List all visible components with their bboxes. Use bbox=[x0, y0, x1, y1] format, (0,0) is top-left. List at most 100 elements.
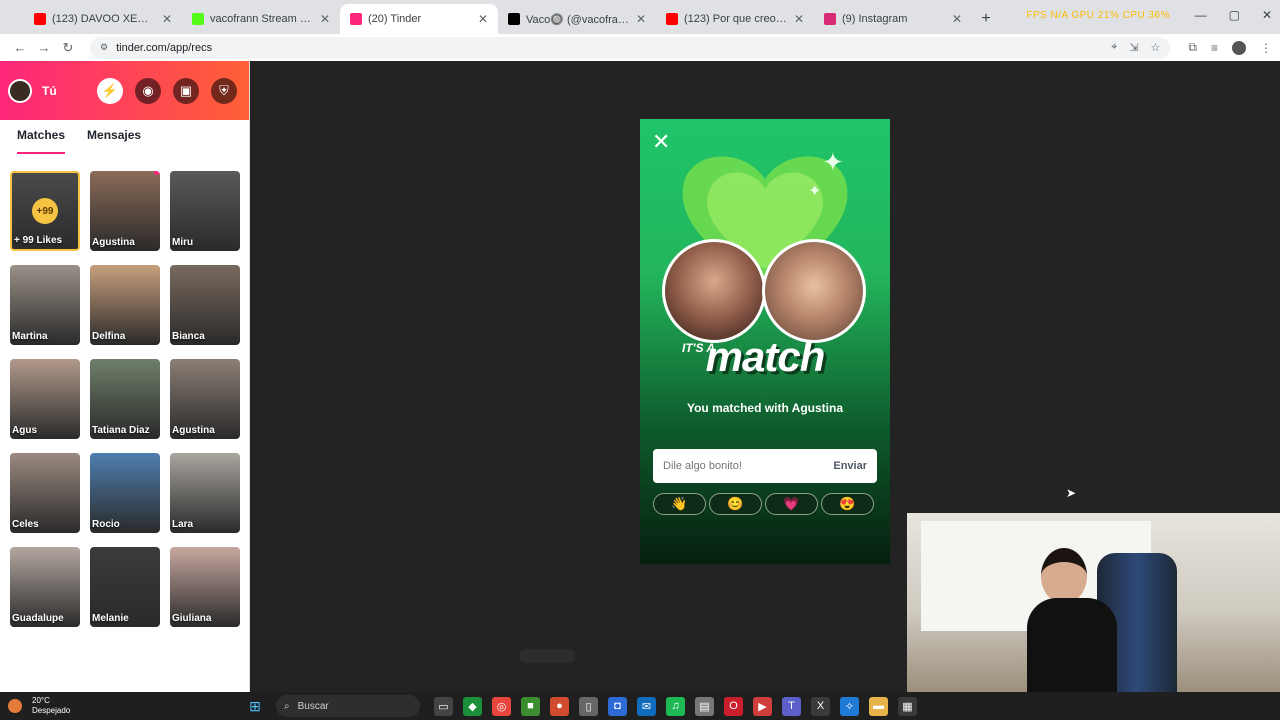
tab-close-icon[interactable]: ✕ bbox=[320, 12, 330, 26]
browser-tab[interactable]: (123) DAVOO XENEIZE REACCIO ✕ bbox=[24, 4, 182, 34]
likes-label: + 99 Likes bbox=[14, 235, 63, 246]
match-card[interactable]: Agus bbox=[10, 359, 80, 439]
match-card[interactable]: Giuliana bbox=[170, 547, 240, 627]
match-card[interactable]: Bianca bbox=[170, 265, 240, 345]
browser-tab[interactable]: (123) Por que creo que OnlyFan ✕ bbox=[656, 4, 814, 34]
tab-title: (9) Instagram bbox=[842, 13, 908, 25]
tab-favicon-icon bbox=[192, 13, 204, 25]
search-placeholder: Buscar bbox=[297, 700, 329, 712]
heart-reaction-button[interactable]: 💗 bbox=[765, 493, 818, 515]
address-bar[interactable]: ⚙ tinder.com/app/recs ⌖ ⇲ ☆ bbox=[90, 36, 1171, 59]
match-card[interactable]: Martina bbox=[10, 265, 80, 345]
match-name: Lara bbox=[172, 519, 194, 530]
menu-icon[interactable]: ⋮ bbox=[1260, 41, 1272, 55]
forward-icon[interactable]: → bbox=[32, 40, 56, 55]
browser-tab[interactable]: Vaco🔘 (@vacofran) | TikTok ✕ bbox=[498, 4, 656, 34]
webcam-streamer-body bbox=[1027, 598, 1117, 692]
tab-close-icon[interactable]: ✕ bbox=[952, 12, 962, 26]
tab-favicon-icon bbox=[350, 13, 362, 25]
tab-close-icon[interactable]: ✕ bbox=[794, 12, 804, 26]
send-button[interactable]: Enviar bbox=[833, 460, 867, 472]
install-app-icon[interactable]: ⇲ bbox=[1129, 41, 1138, 54]
match-card[interactable]: Rocio bbox=[90, 453, 160, 533]
match-card[interactable]: Lara bbox=[170, 453, 240, 533]
opera-icon[interactable]: O bbox=[724, 696, 743, 716]
match-card[interactable]: Guadalupe bbox=[10, 547, 80, 627]
match-card[interactable]: Celes bbox=[10, 453, 80, 533]
folder-icon[interactable]: ▬ bbox=[869, 696, 888, 716]
extensions-icon[interactable]: ⧉ bbox=[1188, 40, 1197, 55]
tab-messages[interactable]: Mensajes bbox=[87, 128, 141, 154]
reload-icon[interactable]: ↻ bbox=[56, 40, 80, 56]
youtube-app-icon[interactable]: ▶ bbox=[753, 696, 772, 716]
windows-start-icon[interactable]: ⊞ bbox=[246, 697, 264, 715]
wave-reaction-button[interactable]: 👋 bbox=[653, 493, 706, 515]
weather-icon bbox=[8, 699, 22, 713]
location-icon[interactable]: ⌖ bbox=[1111, 41, 1117, 54]
excel-icon[interactable]: X bbox=[811, 696, 830, 716]
match-card[interactable]: Tatiana Diaz bbox=[90, 359, 160, 439]
copilot-icon[interactable]: ✧ bbox=[840, 696, 859, 716]
user-name[interactable]: Tú bbox=[42, 84, 57, 98]
chrome-icon[interactable]: ◎ bbox=[492, 696, 511, 716]
reaction-row: 👋 😊 💗 😍 bbox=[653, 493, 874, 515]
outlook-icon[interactable]: ✉ bbox=[637, 696, 656, 716]
performance-overlay: FPS N/A GPU 21% CPU 36% bbox=[1026, 10, 1170, 21]
tab-close-icon[interactable]: ✕ bbox=[478, 12, 488, 26]
match-card[interactable]: Miru bbox=[170, 171, 240, 251]
close-icon[interactable]: ✕ bbox=[652, 129, 670, 155]
match-name: Guadalupe bbox=[12, 613, 64, 624]
boost-icon[interactable]: ⚡ bbox=[97, 77, 123, 104]
match-name: Bianca bbox=[172, 331, 205, 342]
match-name: Giuliana bbox=[172, 613, 212, 624]
match-card[interactable]: Agustina bbox=[170, 359, 240, 439]
obs-icon[interactable]: ● bbox=[550, 696, 569, 716]
explore-icon[interactable]: ◉ bbox=[135, 77, 161, 104]
app-blue-icon[interactable]: ◘ bbox=[608, 696, 627, 716]
toolbar-right: ⧉ ≡ ⋮ bbox=[1188, 40, 1272, 55]
browser-tab[interactable]: (9) Instagram ✕ bbox=[814, 4, 972, 34]
shield-icon[interactable]: ⛨ bbox=[211, 77, 237, 104]
heart-eyes-reaction-button[interactable]: 😍 bbox=[821, 493, 874, 515]
media-control-icon[interactable]: ≡ bbox=[1211, 41, 1218, 55]
match-card[interactable]: Delfina bbox=[90, 265, 160, 345]
file-icon[interactable]: ▯ bbox=[579, 696, 598, 716]
profile-avatar[interactable] bbox=[1232, 40, 1246, 55]
task-view-icon[interactable]: ▭ bbox=[434, 696, 453, 716]
back-icon[interactable]: ← bbox=[8, 40, 32, 55]
notepad-icon[interactable]: ▤ bbox=[695, 696, 714, 716]
taskbar-search[interactable]: ⌕ Buscar bbox=[276, 695, 420, 717]
close-window-icon[interactable]: ✕ bbox=[1262, 8, 1272, 22]
calculator-icon[interactable]: ▦ bbox=[898, 696, 917, 716]
match-name: Agus bbox=[12, 425, 37, 436]
match-card[interactable]: Melanie bbox=[90, 547, 160, 627]
teams-icon[interactable]: T bbox=[782, 696, 801, 716]
mouse-cursor-icon: ➤ bbox=[1066, 486, 1077, 500]
tab-matches[interactable]: Matches bbox=[17, 128, 66, 154]
match-name: Martina bbox=[12, 331, 48, 342]
match-name: Celes bbox=[12, 519, 39, 530]
minecraft-icon[interactable]: ■ bbox=[521, 696, 540, 716]
weather-widget[interactable]: 20°C Despejado bbox=[0, 696, 240, 716]
browser-tab[interactable]: vacofrann Stream - Watch Live ✕ bbox=[182, 4, 340, 34]
site-info-icon[interactable]: ⚙ bbox=[100, 42, 108, 53]
minimize-icon[interactable]: — bbox=[1195, 8, 1207, 22]
smile-reaction-button[interactable]: 😊 bbox=[709, 493, 762, 515]
maximize-icon[interactable]: ▢ bbox=[1229, 8, 1240, 22]
tab-title: Vaco🔘 (@vacofran) | TikTok bbox=[526, 13, 630, 26]
tab-close-icon[interactable]: ✕ bbox=[636, 12, 646, 26]
user-avatar[interactable] bbox=[8, 78, 32, 103]
nvidia-icon[interactable]: ◆ bbox=[463, 696, 482, 716]
briefcase-icon[interactable]: ▣ bbox=[173, 77, 199, 104]
likes-card[interactable]: +99 + 99 Likes bbox=[10, 171, 80, 251]
tab-close-icon[interactable]: ✕ bbox=[162, 12, 172, 26]
tab-favicon-icon bbox=[34, 13, 46, 25]
bookmark-star-icon[interactable]: ☆ bbox=[1151, 41, 1161, 54]
message-input[interactable] bbox=[663, 460, 834, 472]
tab-title: (123) DAVOO XENEIZE REACCIO bbox=[52, 13, 156, 25]
browser-tab[interactable]: (20) Tinder ✕ bbox=[340, 4, 498, 34]
match-title: match bbox=[705, 333, 826, 380]
spotify-icon[interactable]: ♫ bbox=[666, 696, 685, 716]
new-tab-button[interactable]: + bbox=[972, 4, 1000, 34]
match-card[interactable]: Agustina bbox=[90, 171, 160, 251]
